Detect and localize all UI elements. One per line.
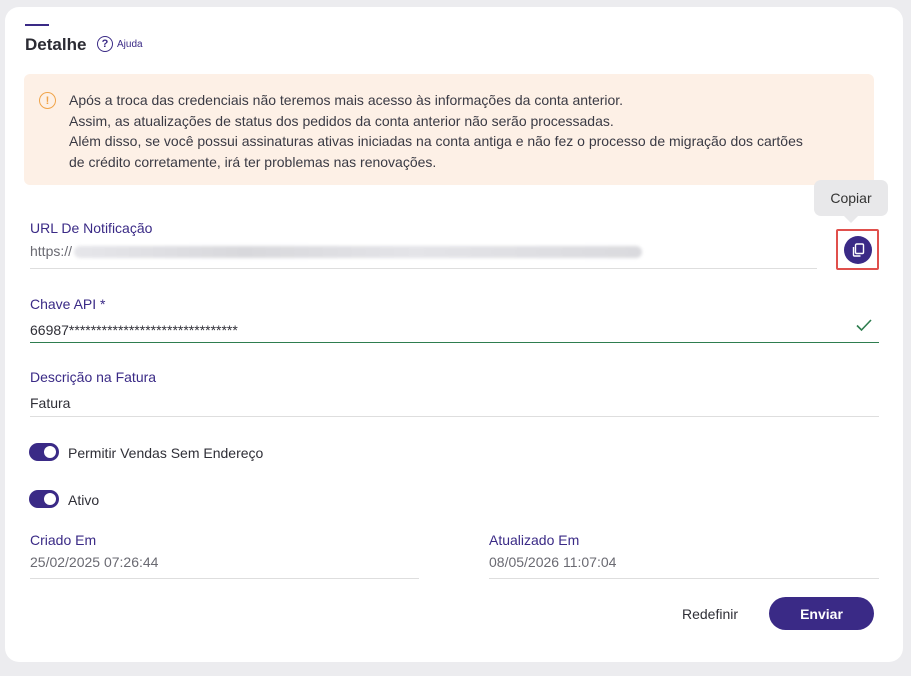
api-key-input[interactable]: 66987******************************* xyxy=(30,322,238,338)
api-key-label: Chave API * xyxy=(30,296,106,312)
check-icon xyxy=(856,319,872,332)
help-link[interactable]: ? Ajuda xyxy=(97,36,143,52)
updated-at-underline xyxy=(489,578,879,579)
created-at-value: 25/02/2025 07:26:44 xyxy=(30,554,159,570)
notification-url-label: URL De Notificação xyxy=(30,220,153,236)
alert-text: Após a troca das credenciais não teremos… xyxy=(69,90,869,172)
alert-line: Além disso, se você possui assinaturas a… xyxy=(69,133,803,149)
tooltip-arrow xyxy=(844,216,858,223)
allow-sales-no-address-label: Permitir Vendas Sem Endereço xyxy=(68,445,264,461)
copy-button[interactable] xyxy=(844,236,872,264)
allow-sales-no-address-toggle[interactable] xyxy=(29,443,59,461)
copy-icon xyxy=(852,243,865,257)
active-toggle[interactable] xyxy=(29,490,59,508)
invoice-description-label: Descrição na Fatura xyxy=(30,369,157,385)
question-circle-icon: ? xyxy=(97,36,113,52)
alert-line: Após a troca das credenciais não teremos… xyxy=(69,92,624,108)
copy-tooltip: Copiar xyxy=(814,180,888,216)
title-accent-bar xyxy=(25,24,49,26)
updated-at-value: 08/05/2026 11:07:04 xyxy=(489,554,617,570)
created-at-underline xyxy=(30,578,419,579)
active-label: Ativo xyxy=(68,492,100,508)
page-title: Detalhe xyxy=(25,35,87,54)
reset-button[interactable]: Redefinir xyxy=(670,600,750,628)
updated-at-label: Atualizado Em xyxy=(489,532,580,548)
alert-line: Assim, as atualizações de status dos ped… xyxy=(69,112,614,129)
redacted-url xyxy=(74,246,643,259)
created-at-label: Criado Em xyxy=(30,532,97,548)
warning-alert: ! Após a troca das credenciais não terem… xyxy=(24,74,874,185)
notification-url-prefix: https:// xyxy=(30,243,73,259)
warning-icon: ! xyxy=(39,92,56,109)
notification-url-value[interactable]: https:// xyxy=(30,243,643,259)
notification-url-underline xyxy=(30,268,817,269)
help-label: Ajuda xyxy=(117,38,143,50)
alert-line: de crédito corretamente, irá ter problem… xyxy=(69,153,437,170)
invoice-description-underline xyxy=(30,416,879,417)
api-key-underline xyxy=(30,342,879,343)
invoice-description-input[interactable]: Fatura xyxy=(30,395,70,411)
send-button[interactable]: Enviar xyxy=(769,597,874,630)
